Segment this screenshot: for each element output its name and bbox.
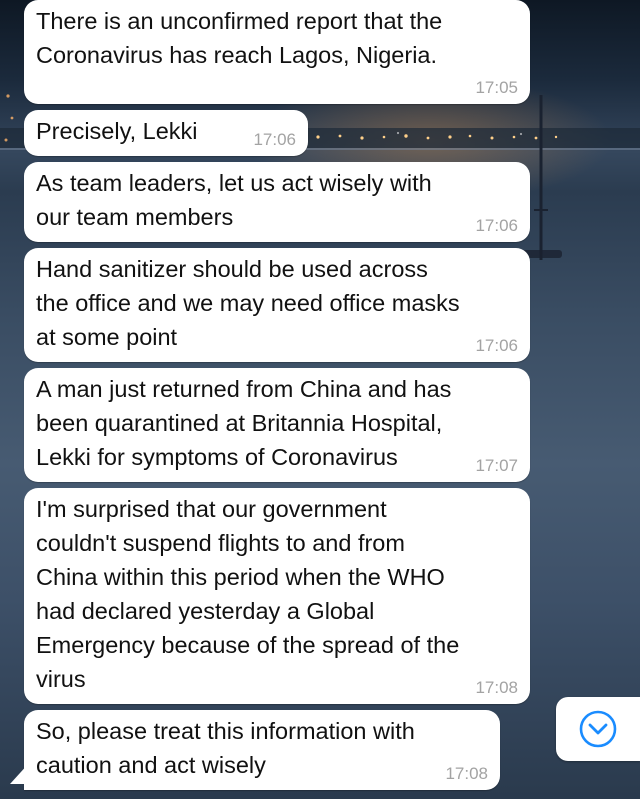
message-timestamp: 17:08 bbox=[445, 764, 488, 783]
scroll-to-bottom-button[interactable] bbox=[556, 697, 640, 761]
message-timestamp: 17:06 bbox=[475, 336, 518, 355]
chevron-down-circle-icon bbox=[579, 710, 617, 748]
message-timestamp: 17:07 bbox=[475, 456, 518, 475]
message-timestamp: 17:05 bbox=[475, 78, 518, 97]
message-text: A man just returned from China and has b… bbox=[36, 376, 452, 470]
message-text: I'm surprised that our government couldn… bbox=[36, 496, 460, 692]
message-text: So, please treat this information with c… bbox=[36, 718, 415, 778]
message-timestamp: 17:08 bbox=[475, 678, 518, 697]
message-timestamp: 17:06 bbox=[475, 216, 518, 235]
message-bubble[interactable]: Hand sanitizer should be used across the… bbox=[24, 248, 530, 362]
chat-thread: There is an unconfirmed report that the … bbox=[0, 0, 640, 799]
message-text: As team leaders, let us act wisely with … bbox=[36, 170, 432, 230]
bubble-tail bbox=[10, 762, 30, 784]
message-bubble[interactable]: So, please treat this information with c… bbox=[24, 710, 500, 790]
message-text: Hand sanitizer should be used across the… bbox=[36, 256, 460, 350]
message-bubble[interactable]: There is an unconfirmed report that the … bbox=[24, 0, 530, 104]
message-bubble[interactable]: Precisely, Lekki 17:06 bbox=[24, 110, 308, 156]
message-bubble[interactable]: As team leaders, let us act wisely with … bbox=[24, 162, 530, 242]
message-bubble[interactable]: I'm surprised that our government couldn… bbox=[24, 488, 530, 704]
message-text: There is an unconfirmed report that the … bbox=[36, 8, 443, 68]
message-bubble[interactable]: A man just returned from China and has b… bbox=[24, 368, 530, 482]
message-timestamp: 17:06 bbox=[253, 130, 296, 149]
